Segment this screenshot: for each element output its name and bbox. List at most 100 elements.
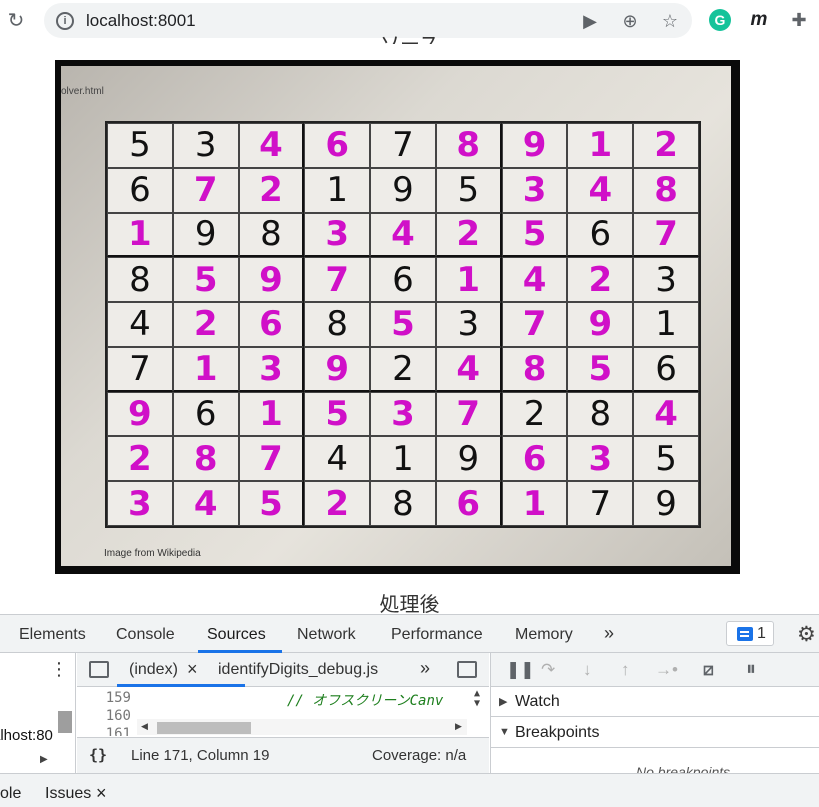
photo-paper: olver.html 53467891267219534819834256785… [61, 66, 731, 566]
tab-sources[interactable]: Sources [207, 626, 266, 644]
coverage-status[interactable]: Coverage: n/a [372, 747, 466, 764]
navigator-host-item[interactable]: alhost:80 [0, 727, 53, 744]
editor-overflow-icon[interactable]: » [420, 658, 430, 679]
extensions-puzzle-icon[interactable]: ✚ [788, 9, 810, 31]
sudoku-cell: 6 [567, 212, 634, 258]
photo-filename: olver.html [61, 86, 104, 97]
sudoku-cell: 8 [107, 257, 173, 303]
tab-memory[interactable]: Memory [515, 626, 573, 644]
step-over-icon[interactable]: ↷ [541, 660, 555, 680]
sudoku-cell: 5 [501, 212, 568, 258]
step-out-icon[interactable]: ↑ [621, 660, 630, 680]
sudoku-cell: 6 [633, 346, 699, 392]
bookmark-star-icon[interactable]: ☆ [660, 11, 680, 31]
expanded-arrow-icon: ▼ [499, 726, 510, 738]
sudoku-cell: 9 [633, 481, 699, 526]
sudoku-cell: 7 [501, 302, 568, 347]
sudoku-cell: 4 [633, 391, 699, 437]
sudoku-cell: 5 [435, 167, 502, 213]
sudoku-cell: 9 [304, 346, 371, 392]
sudoku-cell: 3 [304, 212, 371, 258]
sudoku-cell: 4 [172, 481, 239, 526]
navigator-scrollbar[interactable] [56, 711, 74, 751]
sudoku-cell: 6 [370, 257, 436, 303]
navigator-scroll-thumb[interactable] [58, 711, 72, 733]
sudoku-cell: 3 [107, 481, 173, 526]
devtools-tab-bar: Elements Console Sources Network Perform… [0, 615, 819, 653]
editor-tab-index[interactable]: (index) [129, 661, 178, 679]
close-drawer-tab-icon[interactable]: × [96, 783, 107, 804]
sudoku-cell: 7 [567, 481, 634, 526]
debugger-sidebar: ❚❚ ↷ ↓ ↑ →• ⧄ ⏸ ▶ Watch ▼ Breakpoints No… [490, 653, 819, 773]
sudoku-cell: 4 [370, 212, 436, 258]
scroll-left-icon[interactable]: ◀ [141, 721, 148, 732]
toggle-debugger-icon[interactable] [457, 661, 477, 678]
camera-icon[interactable]: ▶ [580, 11, 600, 31]
pause-icon[interactable]: ❚❚ [506, 660, 535, 680]
site-info-icon[interactable]: i [56, 12, 74, 30]
sudoku-cell: 7 [107, 346, 173, 392]
tab-network[interactable]: Network [297, 626, 356, 644]
sudoku-cell: 3 [172, 123, 239, 168]
sudoku-cell: 9 [501, 123, 568, 168]
editor-status-bar: {} Line 171, Column 19 Coverage: n/a [77, 737, 489, 773]
breakpoints-section[interactable]: ▼ Breakpoints [491, 718, 819, 748]
sudoku-cell: 2 [370, 346, 436, 392]
sudoku-cell: 6 [501, 436, 568, 482]
url-text[interactable]: localhost:8001 [86, 11, 196, 31]
sudoku-cell: 5 [107, 123, 173, 168]
message-icon [737, 627, 753, 641]
sudoku-cell: 3 [238, 346, 305, 392]
drawer-tab-console[interactable]: ole [0, 785, 21, 803]
sudoku-cell: 6 [304, 123, 371, 168]
scroll-down-icon[interactable]: ▼ [474, 698, 480, 709]
sudoku-cell: 2 [107, 436, 173, 482]
sudoku-cell: 2 [567, 257, 634, 303]
source-editor: (index) × identifyDigits_debug.js » 159 … [77, 653, 489, 773]
sudoku-cell: 5 [238, 481, 305, 526]
sudoku-cell: 5 [370, 302, 436, 347]
tab-performance[interactable]: Performance [391, 626, 483, 644]
processed-heading: 処理後 [379, 594, 440, 616]
m-extension-icon[interactable]: m [748, 9, 770, 31]
pretty-print-button[interactable]: {} [89, 746, 107, 764]
editor-scroll-thumb[interactable] [157, 722, 251, 734]
sudoku-cell: 8 [633, 167, 699, 213]
navigator-menu-icon[interactable]: ⋮ [50, 659, 68, 680]
sudoku-cell: 9 [172, 212, 239, 258]
sudoku-cell: 1 [304, 167, 371, 213]
code-line[interactable]: // オフスクリーンCanv [287, 690, 443, 710]
sudoku-cell: 5 [567, 346, 634, 392]
sudoku-cell: 3 [501, 167, 568, 213]
sudoku-cell: 2 [435, 212, 502, 258]
deactivate-breakpoints-icon[interactable]: ⧄ [703, 660, 714, 680]
issues-badge[interactable]: 1 [726, 621, 774, 646]
sudoku-cell: 8 [370, 481, 436, 526]
source-heading: ソース [0, 30, 819, 44]
sudoku-cell: 7 [633, 212, 699, 258]
tab-console[interactable]: Console [116, 626, 175, 644]
more-tabs-icon[interactable]: » [604, 623, 614, 644]
editor-tab-identifydigits[interactable]: identifyDigits_debug.js [218, 661, 378, 679]
drawer-tab-issues[interactable]: Issues [45, 785, 91, 803]
zoom-icon[interactable]: ⊕ [620, 11, 640, 31]
tab-elements[interactable]: Elements [19, 626, 86, 644]
issues-count: 1 [757, 625, 766, 642]
editor-horizontal-scrollbar[interactable]: ◀ ▶ [137, 719, 467, 735]
sudoku-cell: 9 [567, 302, 634, 347]
expand-arrow-icon[interactable]: ▶ [40, 754, 48, 765]
close-tab-icon[interactable]: × [187, 659, 198, 680]
pause-on-exceptions-icon[interactable]: ⏸ [746, 658, 756, 681]
toggle-navigator-icon[interactable] [89, 661, 109, 678]
sudoku-cell: 8 [435, 123, 502, 168]
reload-icon[interactable]: ↻ [4, 8, 28, 32]
sudoku-cell: 6 [107, 167, 173, 213]
step-icon[interactable]: →• [655, 660, 678, 680]
watch-section[interactable]: ▶ Watch [491, 687, 819, 717]
settings-gear-icon[interactable]: ⚙ [797, 622, 816, 647]
sudoku-cell: 9 [107, 391, 173, 437]
sudoku-cell: 6 [238, 302, 305, 347]
grammarly-icon[interactable]: G [709, 9, 731, 31]
scroll-right-icon[interactable]: ▶ [455, 721, 462, 732]
step-into-icon[interactable]: ↓ [583, 660, 592, 680]
